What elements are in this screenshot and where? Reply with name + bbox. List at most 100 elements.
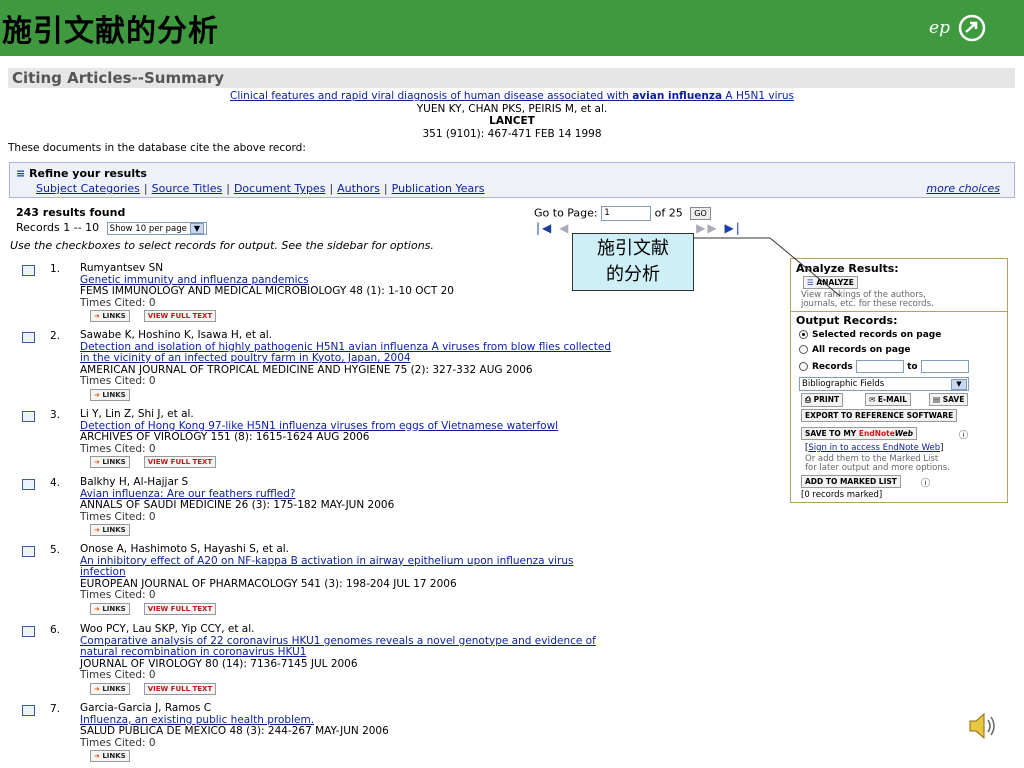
go-button[interactable]: GO <box>690 207 711 220</box>
goto-label: Go to Page: <box>534 206 598 220</box>
record-number: 3. <box>50 409 61 421</box>
record-number: 1. <box>50 263 61 275</box>
record-checkbox[interactable] <box>22 411 35 422</box>
info-icon[interactable]: ⓘ <box>921 476 930 489</box>
prev-page-icon[interactable]: ◀ <box>559 221 570 235</box>
links-button[interactable]: ➜ LINKS <box>90 310 130 322</box>
goto-page-input[interactable]: 1 <box>601 206 652 221</box>
info-icon[interactable]: ⓘ <box>959 428 968 441</box>
view-full-text-button[interactable]: VIEW FULL TEXT <box>143 682 217 695</box>
export-reference-button[interactable]: EXPORT TO REFERENCE SOFTWARE <box>801 409 958 422</box>
refine-title-text: Refine your results <box>29 167 147 180</box>
radio-all-records[interactable]: All records on page <box>799 345 911 355</box>
separator: | <box>143 182 148 195</box>
first-page-icon[interactable]: |◀ <box>536 221 553 235</box>
speaker-icon[interactable] <box>966 710 1000 742</box>
per-page-select[interactable]: Show 10 per page ▼ <box>106 221 207 235</box>
cited-journal: LANCET <box>489 115 535 127</box>
endnote-prefix: SAVE TO MY <box>805 429 859 438</box>
record-title-link[interactable]: Detection and isolation of highly pathog… <box>80 341 611 353</box>
record-checkbox[interactable] <box>22 332 35 343</box>
refine-link-authors[interactable]: Authors <box>337 182 380 195</box>
record-title-link[interactable]: Detection of Hong Kong 97-like H5N1 infl… <box>80 420 558 432</box>
records-from-input[interactable] <box>855 360 904 373</box>
save-to-endnote-button[interactable]: SAVE TO MY EndNoteWeb <box>801 427 918 440</box>
cited-reference: Clinical features and rapid viral diagno… <box>0 90 1024 140</box>
view-full-text-button[interactable]: VIEW FULL TEXT <box>143 310 217 322</box>
add-to-marked-list-button[interactable]: ADD TO MARKED LIST <box>801 475 901 488</box>
links-button[interactable]: ➜ LINKS <box>90 456 130 468</box>
links-button[interactable]: ➜ LINKS <box>90 682 130 695</box>
record-source: JOURNAL OF VIROLOGY 80 (14): 7136-7145 J… <box>80 657 358 670</box>
refine-links: Subject Categories | Source Titles | Documen… <box>36 182 485 195</box>
endnote-web: Web <box>894 429 914 438</box>
results-count: 243 results found <box>16 206 126 219</box>
cited-reference-title-link[interactable]: Clinical features and rapid viral diagno… <box>230 90 794 102</box>
chevron-down-icon: ▼ <box>189 222 204 234</box>
callout-line1: 施引文献 <box>597 238 669 259</box>
links-button[interactable]: ➜ LINKS <box>90 524 130 536</box>
record-number: 7. <box>50 703 61 715</box>
arrow-right-icon: ➜ <box>94 312 100 320</box>
fields-select-value: Bibliographic Fields <box>802 379 885 389</box>
email-button[interactable]: ✉ E-MAIL <box>865 393 911 406</box>
record-times-cited: Times Cited: 0 <box>80 669 156 681</box>
record-number: 4. <box>50 477 61 489</box>
record-title-link[interactable]: Comparative analysis of 22 coronavirus H… <box>80 635 596 647</box>
links-button[interactable]: ➜ LINKS <box>90 602 130 615</box>
records-to-input[interactable] <box>920 360 969 373</box>
links-label: LINKS <box>102 526 126 534</box>
record-times-cited: Times Cited: 0 <box>80 375 156 387</box>
last-page-icon[interactable]: ▶| <box>724 221 741 235</box>
record-checkbox[interactable] <box>22 705 35 716</box>
refine-link-publication-years[interactable]: Publication Years <box>392 182 485 195</box>
record-title-link[interactable]: Genetic immunity and influenza pandemics <box>80 274 309 286</box>
links-label: LINKS <box>102 604 126 613</box>
record-title-link-cont[interactable]: natural recombination in coronavirus HKU… <box>80 646 306 658</box>
arrow-right-icon: ➜ <box>94 684 100 693</box>
record-title-link[interactable]: Avian influenza: Are our feathers ruffle… <box>80 488 295 500</box>
cited-title-bold: avian influenza <box>632 90 723 102</box>
links-button[interactable]: ➜ LINKS <box>90 750 130 762</box>
next-page-icon[interactable]: ▶▶ <box>696 221 718 235</box>
save-button[interactable]: ▤ SAVE <box>929 393 969 406</box>
view-full-text-button[interactable]: VIEW FULL TEXT <box>143 602 217 615</box>
record-source: EUROPEAN JOURNAL OF PHARMACOLOGY 541 (3)… <box>80 577 457 590</box>
record-title-link[interactable]: An inhibitory effect of A20 on NF-kappa … <box>80 555 573 567</box>
view-full-text-button[interactable]: VIEW FULL TEXT <box>143 456 217 468</box>
refine-title: ≡ Refine your results <box>16 167 147 180</box>
record-title-link-cont[interactable]: in the vicinity of an infected poultry f… <box>80 352 411 364</box>
per-page-value: Show 10 per page <box>109 223 187 234</box>
links-label: LINKS <box>102 390 126 399</box>
records-range: Records 1 -- 10 Show 10 per page ▼ <box>16 221 207 235</box>
links-label: LINKS <box>102 312 126 320</box>
record-number: 6. <box>50 624 61 636</box>
record-times-cited: Times Cited: 0 <box>80 589 156 601</box>
print-button[interactable]: ⎙ PRINT <box>801 393 844 407</box>
more-choices-link[interactable]: more choices <box>926 182 1000 195</box>
refine-link-subject-categories[interactable]: Subject Categories <box>36 182 140 195</box>
record-checkbox[interactable] <box>22 626 35 637</box>
fields-select[interactable]: Bibliographic Fields ▼ <box>799 377 969 391</box>
arrow-right-icon: ➜ <box>94 752 100 760</box>
record-number: 5. <box>50 544 61 556</box>
record-checkbox[interactable] <box>22 265 35 276</box>
page-title: Citing Articles--Summary <box>12 69 225 87</box>
refine-link-document-types[interactable]: Document Types <box>234 182 325 195</box>
radio-records-range[interactable]: Records to <box>799 360 969 373</box>
radio-icon <box>799 362 808 371</box>
citing-articles-page: Citing Articles--Summary Clinical featur… <box>0 56 1024 768</box>
goto-page: Go to Page: 1 of 25 GO <box>534 206 711 221</box>
record-checkbox[interactable] <box>22 479 35 490</box>
print-label: PRINT <box>813 395 840 404</box>
record-checkbox[interactable] <box>22 546 35 557</box>
to-label: to <box>907 362 918 372</box>
record-title-link[interactable]: Influenza, an existing public health pro… <box>80 714 314 726</box>
record-title-link-cont[interactable]: infection <box>80 566 126 578</box>
email-label: E-MAIL <box>877 395 907 404</box>
refine-link-source-titles[interactable]: Source Titles <box>152 182 223 195</box>
links-label: LINKS <box>102 752 126 760</box>
endnote-signin-link[interactable]: Sign in to access EndNote Web <box>808 443 940 453</box>
marked-list-hint: Or add them to the Marked List for later… <box>805 455 950 473</box>
links-button[interactable]: ➜ LINKS <box>90 388 130 401</box>
